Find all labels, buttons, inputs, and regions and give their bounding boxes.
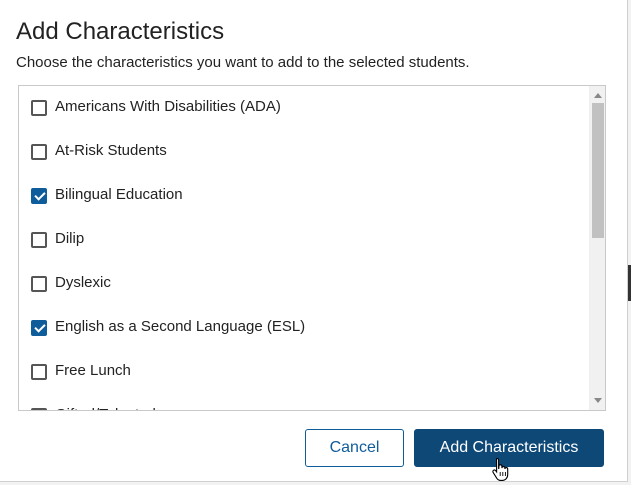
characteristic-label: English as a Second Language (ESL) (55, 318, 306, 335)
characteristic-label: Dilip (55, 230, 85, 247)
cancel-button[interactable]: Cancel (305, 429, 404, 467)
checkbox-unchecked[interactable] (31, 364, 47, 380)
checkbox-unchecked[interactable] (31, 100, 47, 116)
characteristic-label: Americans With Disabilities (ADA) (55, 98, 281, 115)
scroll-down-arrow-icon[interactable] (594, 398, 602, 403)
characteristic-label: Gifted/Talented (55, 406, 156, 410)
checkbox-checked[interactable] (31, 320, 47, 336)
checkbox-unchecked[interactable] (31, 144, 47, 160)
hand-pointer-cursor-icon (492, 457, 509, 481)
characteristic-label: At-Risk Students (55, 142, 167, 159)
characteristic-label: Free Lunch (55, 362, 131, 379)
characteristic-item[interactable]: Americans With Disabilities (ADA) (19, 86, 588, 130)
characteristic-item[interactable]: Bilingual Education (19, 174, 588, 218)
characteristic-label: Bilingual Education (55, 186, 183, 203)
checkbox-checked[interactable] (31, 188, 47, 204)
checkbox-unchecked[interactable] (31, 408, 47, 410)
characteristic-item[interactable]: Gifted/Talented (19, 394, 588, 410)
characteristic-item[interactable]: Free Lunch (19, 350, 588, 394)
characteristic-item[interactable]: Dyslexic (19, 262, 588, 306)
characteristics-items: Americans With Disabilities (ADA) At-Risk… (19, 86, 588, 410)
characteristic-label: Dyslexic (55, 274, 111, 291)
checkbox-unchecked[interactable] (31, 232, 47, 248)
characteristic-item[interactable]: English as a Second Language (ESL) (19, 306, 588, 350)
add-characteristics-dialog: Add Characteristics Choose the character… (0, 0, 628, 482)
scroll-up-arrow-icon[interactable] (594, 93, 602, 98)
characteristic-item[interactable]: Dilip (19, 218, 588, 262)
characteristics-list[interactable]: Americans With Disabilities (ADA) At-Risk… (18, 85, 606, 411)
checkbox-unchecked[interactable] (31, 276, 47, 292)
scroll-thumb[interactable] (592, 103, 604, 238)
dialog-title: Add Characteristics (16, 18, 225, 45)
list-scrollbar[interactable] (589, 86, 605, 410)
dialog-subtitle: Choose the characteristics you want to a… (16, 54, 470, 71)
characteristic-item[interactable]: At-Risk Students (19, 130, 588, 174)
